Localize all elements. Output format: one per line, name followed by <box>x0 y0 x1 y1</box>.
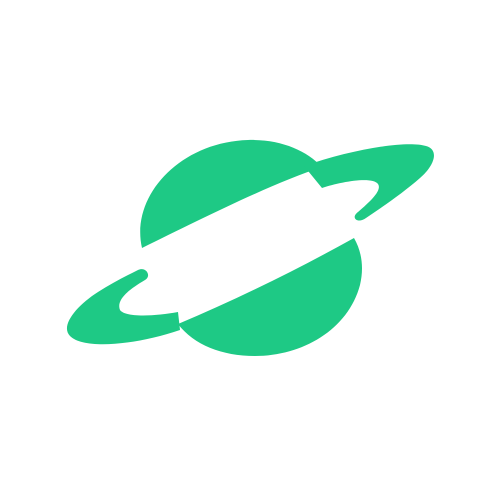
ring-left-arc <box>66 269 180 345</box>
planet-upper-body <box>140 139 322 248</box>
logo-canvas <box>0 0 500 500</box>
planet-lower-body <box>178 238 362 356</box>
planet-with-ring-icon <box>66 139 434 356</box>
ring-right-arc <box>304 144 434 221</box>
